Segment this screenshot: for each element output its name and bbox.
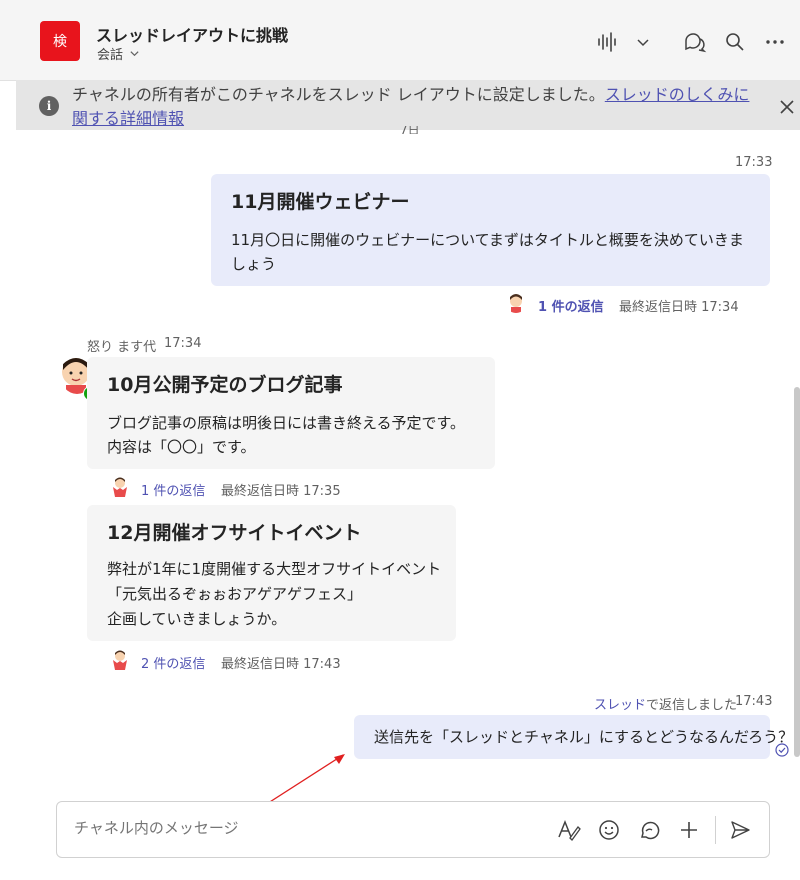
message-title: 11月開催ウェビナー (231, 191, 410, 213)
read-receipt-icon (775, 742, 789, 757)
send-button[interactable] (726, 816, 754, 844)
message-body-line: 企画していきましょうか。 (107, 610, 287, 628)
reply-meta: 最終返信日時 17:43 (221, 657, 341, 672)
send-icon (731, 821, 750, 839)
chevron-down-icon (637, 39, 649, 47)
message-title: 12月開催オフサイトイベント (107, 522, 362, 544)
scrollbar-thumb[interactable] (794, 387, 800, 757)
emoji-icon (599, 820, 619, 840)
emoji-button[interactable] (595, 816, 623, 844)
audio-call-button[interactable] (594, 28, 622, 56)
close-icon (780, 100, 794, 114)
loop-icon (641, 821, 660, 840)
message-time: 17:43 (735, 694, 773, 709)
thread-reply-suffix: で返信しました (646, 698, 738, 713)
more-icon (766, 40, 784, 44)
chevron-down-icon (130, 51, 139, 57)
info-icon: i (39, 96, 59, 116)
thread-reply-note: スレッドで返信しました (594, 694, 737, 713)
format-button[interactable] (555, 816, 583, 844)
channel-title: スレッドレイアウトに挑戦 (96, 26, 289, 45)
replier-avatar (108, 648, 132, 672)
toolbar-divider (715, 816, 716, 844)
banner-text: チャネルの所有者がこのチャネルをスレッド レイアウトに設定しました。 (72, 85, 605, 104)
loop-component-button[interactable] (635, 816, 663, 844)
chat-button[interactable] (681, 28, 709, 56)
chat-bubbles-icon (685, 33, 707, 53)
channel-avatar[interactable]: 検 (40, 21, 80, 61)
message-body: 11月〇日に開催のウェビナーについてまずはタイトルと概要を決めていきましょう (231, 231, 744, 273)
more-options-button[interactable] (761, 28, 789, 56)
tab-label: 会話 (97, 48, 124, 63)
format-icon (558, 819, 581, 841)
message-body-line: 「元気出るぞぉぉおアゲアゲフェス」 (107, 585, 363, 603)
replier-avatar (108, 475, 132, 499)
banner-message: チャネルの所有者がこのチャネルをスレッド レイアウトに設定しました。スレッドのし… (72, 83, 762, 131)
call-options-button[interactable] (629, 28, 657, 56)
message-input[interactable] (72, 818, 536, 838)
thread-link[interactable]: スレッド (594, 698, 646, 713)
banner-close-button[interactable] (776, 96, 798, 118)
message-title: 10月公開予定のブログ記事 (107, 374, 343, 396)
message-body: 送信先を「スレッドとチャネル」にするとどうなるんだろう？ (374, 728, 794, 746)
tab-conversation[interactable]: 会話 (97, 44, 140, 63)
plus-icon (681, 822, 697, 838)
message-time: 17:34 (164, 336, 202, 351)
attach-button[interactable] (675, 816, 703, 844)
reply-count-link[interactable]: 2 件の返信 (141, 653, 205, 672)
search-button[interactable] (721, 28, 749, 56)
date-divider-clipped: 7日 (400, 126, 420, 134)
reply-count-link[interactable]: 1 件の返信 (538, 296, 604, 315)
replier-avatar (505, 291, 527, 313)
message-author: 怒り ます代 (87, 340, 157, 355)
search-icon (726, 33, 744, 51)
reply-count-link[interactable]: 1 件の返信 (141, 480, 205, 499)
message-body-line: 内容は「〇〇」です。 (107, 438, 256, 456)
reply-meta: 最終返信日時 17:34 (619, 300, 739, 315)
message-body-line: 弊社が1年に1度開催する大型オフサイトイベント (107, 560, 442, 578)
message-time: 17:33 (735, 155, 773, 170)
message-body-line: ブログ記事の原稿は明後日には書き終える予定です。 (107, 414, 466, 432)
audio-waveform-icon (598, 32, 616, 52)
reply-meta: 最終返信日時 17:35 (221, 484, 341, 499)
